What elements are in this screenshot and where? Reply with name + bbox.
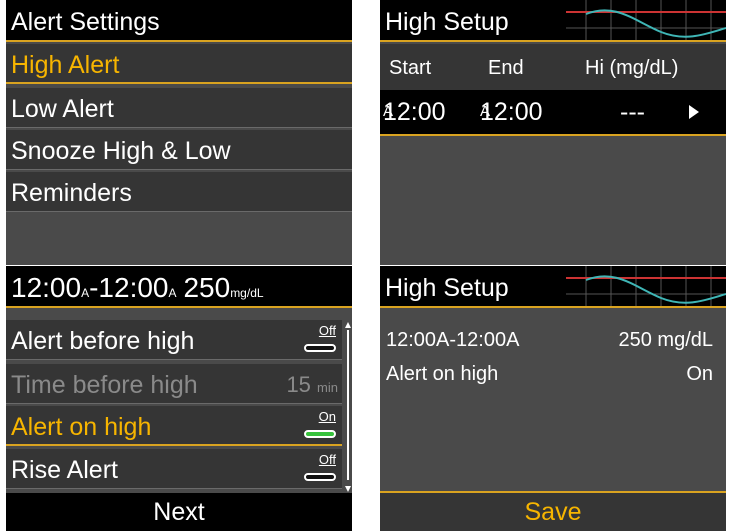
alert-settings-screen: Alert Settings High Alert Low Alert Snoo… (6, 0, 352, 265)
segment-settings-screen: 12:00A-12:00A 250mg/dL Alert before high… (6, 266, 352, 531)
time-before-high-row: Time before high 15 min (6, 364, 342, 404)
summary-value: 250 mg/dL (618, 329, 713, 351)
screen-title: Alert Settings (6, 0, 352, 42)
alert-on-high-toggle[interactable]: On (304, 410, 338, 442)
time-before-high-value: 15 min (286, 372, 338, 397)
segment-row[interactable]: 12:00 A 12:00 A --- (380, 90, 726, 136)
next-button[interactable]: Next (6, 493, 352, 531)
screen-title-text: High Setup (385, 274, 509, 302)
summary-range: 12:00A-12:00A (386, 329, 520, 351)
scrollbar[interactable] (345, 322, 351, 492)
summary-range-row: 12:00A-12:00A 250 mg/dL (380, 324, 726, 356)
glucose-graph-icon (566, 0, 726, 40)
screen-title: High Setup (380, 0, 726, 42)
high-setup-summary-screen: High Setup 12:00A-12:00A 250 mg/dL Alert… (380, 266, 726, 531)
menu-item-reminders[interactable]: Reminders (6, 172, 352, 212)
header-start: Start (389, 57, 432, 79)
glucose-graph-icon (566, 266, 726, 306)
summary-alert-row: Alert on high On (380, 358, 726, 390)
screen-title: 12:00A-12:00A 250mg/dL (6, 266, 352, 308)
column-headers: Start End Hi (mg/dL) (380, 44, 726, 90)
alert-before-high-toggle[interactable]: Off (304, 324, 338, 356)
screen-title-text: High Setup (385, 8, 509, 36)
screen-title: High Setup (380, 266, 726, 308)
alert-before-high-row[interactable]: Alert before high Off (6, 320, 342, 360)
alert-on-high-row[interactable]: Alert on high On (6, 406, 342, 446)
chevron-right-icon (689, 105, 699, 119)
menu-item-low-alert[interactable]: Low Alert (6, 88, 352, 128)
save-button[interactable]: Save (380, 491, 726, 531)
menu-item-high-alert[interactable]: High Alert (6, 44, 352, 84)
summary-alert-value: On (686, 363, 713, 385)
high-setup-list-screen: High Setup Start End Hi (mg/dL) 12:00 A … (380, 0, 726, 265)
header-end: End (488, 57, 524, 79)
header-hi: Hi (mg/dL) (585, 57, 679, 79)
menu-item-snooze[interactable]: Snooze High & Low (6, 130, 352, 170)
rise-alert-row[interactable]: Rise Alert Off (6, 449, 342, 489)
rise-alert-toggle[interactable]: Off (304, 453, 338, 485)
hi-value: --- (620, 98, 645, 126)
summary-alert-label: Alert on high (386, 363, 499, 385)
